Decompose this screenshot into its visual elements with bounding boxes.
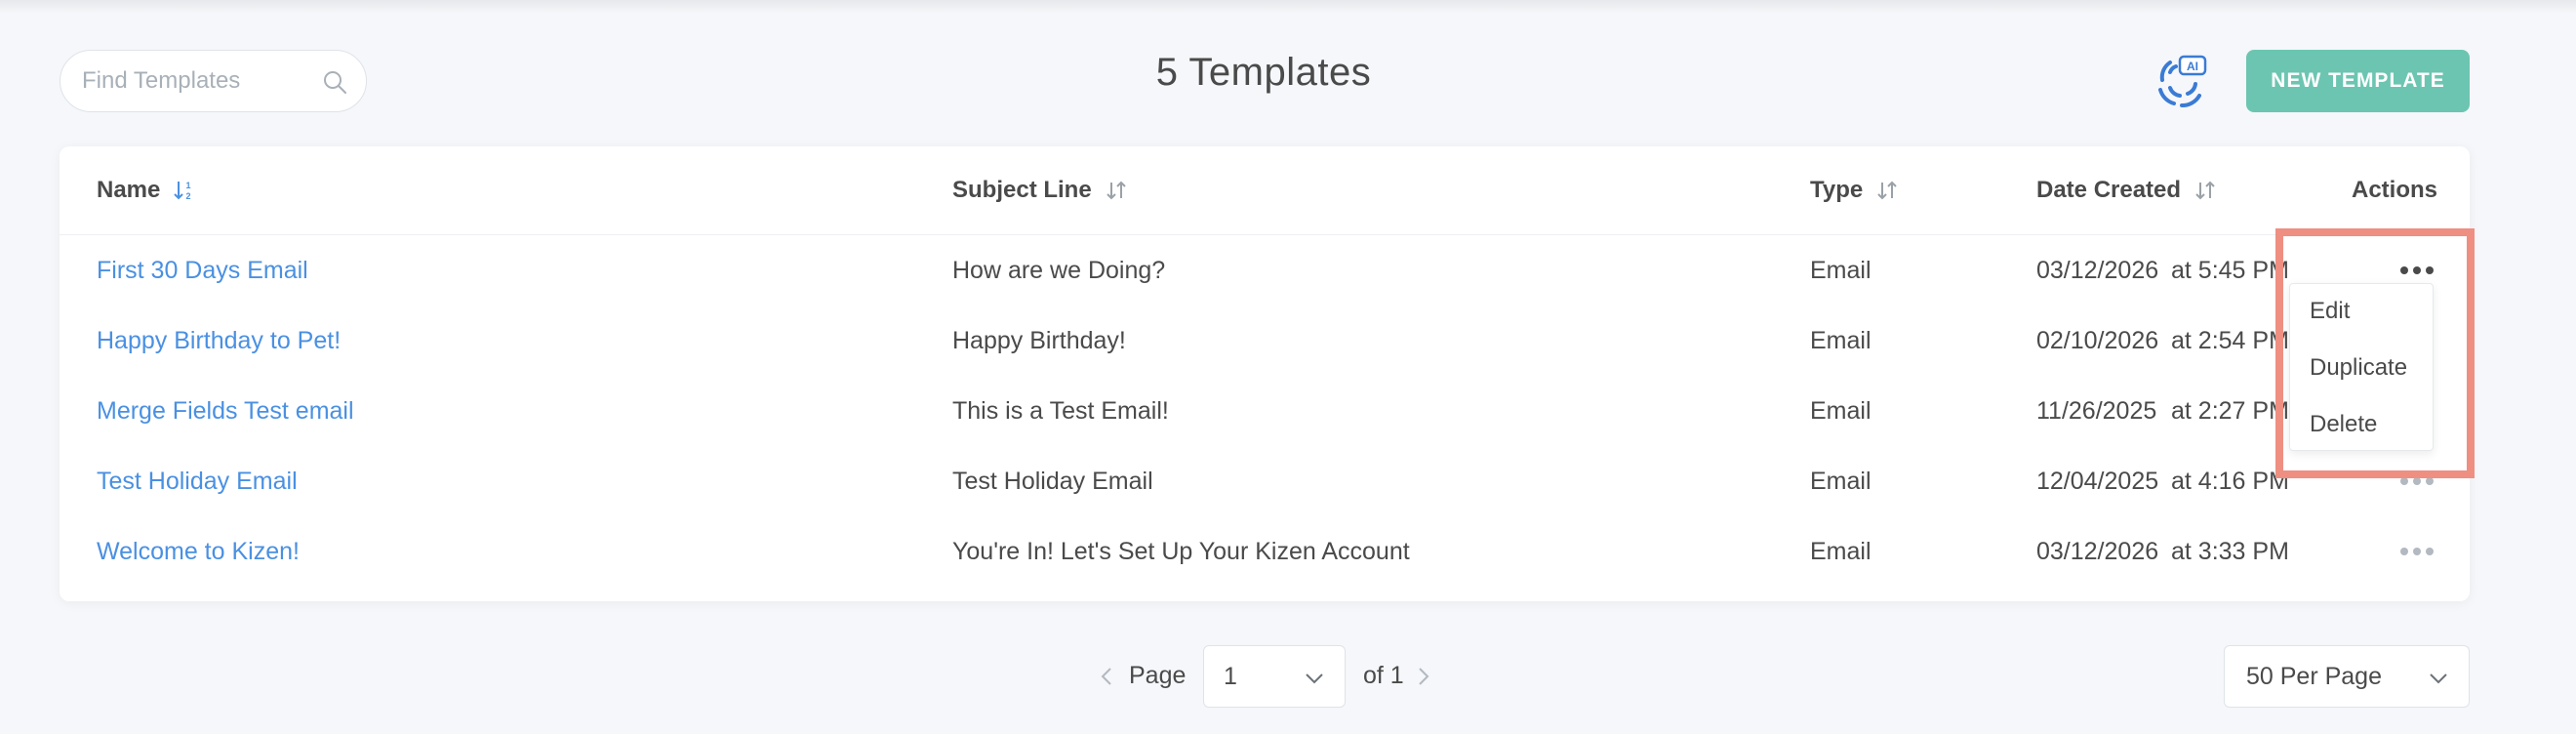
subject-cell: Happy Birthday! bbox=[952, 327, 1126, 354]
template-name-link[interactable]: Test Holiday Email bbox=[97, 466, 298, 497]
date-cell: 03/12/2026 bbox=[2036, 257, 2159, 284]
column-header-name-label: Name bbox=[97, 177, 161, 203]
date-cell: 12/04/2025 bbox=[2036, 468, 2159, 495]
svg-text:1: 1 bbox=[186, 181, 191, 190]
page-title: 5 Templates bbox=[1155, 51, 1372, 94]
time-cell: at 2:27 PM bbox=[2171, 397, 2289, 425]
top-shadow bbox=[0, 0, 2576, 14]
time-cell: at 3:33 PM bbox=[2171, 538, 2289, 565]
template-name-link[interactable]: Merge Fields Test email bbox=[97, 395, 354, 427]
page-select-value: 1 bbox=[1224, 663, 1237, 690]
column-header-date-label: Date Created bbox=[2036, 177, 2182, 203]
header-divider bbox=[60, 234, 2470, 235]
subject-cell: How are we Doing? bbox=[952, 257, 1166, 284]
search-input[interactable] bbox=[82, 67, 306, 95]
svg-text:2: 2 bbox=[186, 191, 191, 201]
column-header-type-label: Type bbox=[1810, 177, 1864, 203]
chevron-right-icon[interactable] bbox=[1416, 665, 1431, 688]
time-cell: at 4:16 PM bbox=[2171, 468, 2289, 495]
type-cell: Email bbox=[1810, 538, 1872, 565]
time-cell: at 5:45 PM bbox=[2171, 257, 2289, 284]
date-cell: 11/26/2025 bbox=[2036, 397, 2157, 425]
type-cell: Email bbox=[1810, 327, 1872, 354]
column-header-date[interactable]: Date Created bbox=[2036, 176, 2216, 205]
chevron-left-icon[interactable] bbox=[1099, 665, 1114, 688]
template-name-link[interactable]: Welcome to Kizen! bbox=[97, 536, 300, 567]
time-cell: at 2:54 PM bbox=[2171, 327, 2289, 354]
sort-icon[interactable] bbox=[1106, 179, 1127, 202]
sort-active-icon[interactable]: 1 2 bbox=[174, 179, 195, 202]
column-header-type[interactable]: Type bbox=[1810, 176, 1898, 205]
page-select[interactable]: 1 bbox=[1203, 645, 1346, 708]
sort-icon[interactable] bbox=[1876, 179, 1898, 202]
page-label: Page bbox=[1129, 662, 1187, 689]
column-header-subject[interactable]: Subject Line bbox=[952, 176, 1127, 205]
subject-cell: This is a Test Email! bbox=[952, 397, 1169, 425]
date-cell: 02/10/2026 bbox=[2036, 327, 2159, 354]
type-cell: Email bbox=[1810, 257, 1872, 284]
per-page-select[interactable]: 50 Per Page bbox=[2224, 645, 2470, 708]
column-header-subject-label: Subject Line bbox=[952, 177, 1092, 203]
type-cell: Email bbox=[1810, 468, 1872, 495]
chevron-down-icon bbox=[2430, 673, 2447, 684]
sort-icon[interactable] bbox=[2194, 179, 2216, 202]
search-box[interactable] bbox=[60, 50, 367, 112]
ai-assistant-icon[interactable]: AI bbox=[2149, 49, 2213, 113]
of-pages-label: of 1 bbox=[1363, 662, 1404, 689]
date-cell: 03/12/2026 bbox=[2036, 538, 2159, 565]
highlight-box bbox=[2275, 228, 2475, 478]
search-icon[interactable] bbox=[321, 68, 348, 96]
subject-cell: Test Holiday Email bbox=[952, 468, 1153, 495]
subject-cell: You're In! Let's Set Up Your Kizen Accou… bbox=[952, 538, 1410, 565]
column-header-name[interactable]: Name 1 2 bbox=[97, 176, 195, 205]
template-name-link[interactable]: Happy Birthday to Pet! bbox=[97, 325, 341, 356]
svg-text:AI: AI bbox=[2187, 60, 2198, 73]
new-template-button[interactable]: NEW TEMPLATE bbox=[2246, 50, 2470, 112]
templates-table bbox=[60, 146, 2470, 601]
column-header-actions: Actions bbox=[2352, 176, 2437, 205]
chevron-down-icon bbox=[1306, 673, 1323, 684]
more-actions-icon[interactable] bbox=[2395, 537, 2438, 566]
type-cell: Email bbox=[1810, 397, 1872, 425]
column-header-actions-label: Actions bbox=[2352, 177, 2438, 203]
per-page-select-value: 50 Per Page bbox=[2246, 663, 2382, 690]
template-name-link[interactable]: First 30 Days Email bbox=[97, 255, 308, 286]
